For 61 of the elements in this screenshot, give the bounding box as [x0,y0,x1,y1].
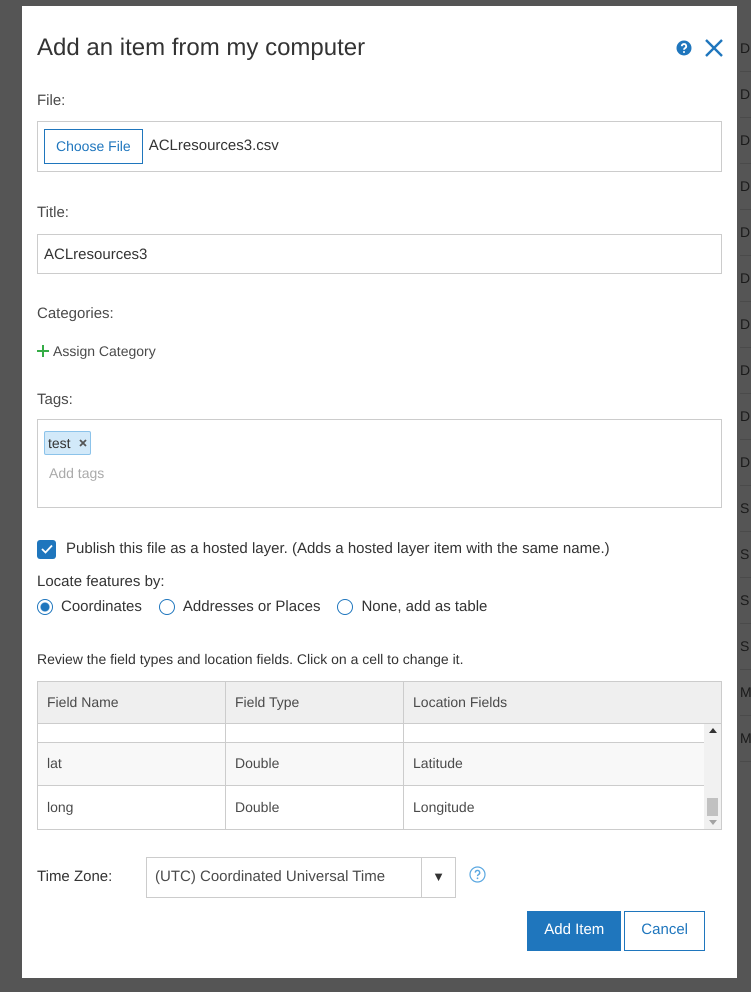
backdrop-text: S [740,499,750,518]
backdrop-text: M [740,729,751,748]
table-cell[interactable]: long [38,786,226,828]
tag-input[interactable]: Add tags [49,463,230,484]
column-header: Location Fields [412,692,508,712]
add-item-button[interactable]: Add Item [527,910,622,950]
check-icon [40,544,52,554]
radio-label: None, add as table [361,597,488,617]
table-cell[interactable]: lat [38,742,226,784]
backdrop-text: D [740,177,750,196]
backdrop-text: D [740,39,750,58]
tags-field[interactable]: test Add tags [37,419,722,508]
backdrop-text: M [740,683,751,702]
title-field[interactable]: ACLresources3 [37,234,722,274]
field-label: Locate features by: [37,572,166,592]
backdrop-text: D [740,407,750,426]
field-label: Title: [37,202,70,222]
scroll-up-icon[interactable] [708,728,716,732]
backdrop-text: D [740,85,750,104]
radio-label: Addresses or Places [182,597,320,617]
backdrop-text: D [740,361,750,380]
backdrop-text: D [740,269,750,288]
cancel-button[interactable]: Cancel [624,910,705,950]
backdrop-text: D [740,223,750,242]
choose-file-button[interactable]: Choose File [44,128,143,164]
radio-button[interactable] [158,599,175,616]
field-label: Categories: [37,304,115,324]
plus-icon [37,345,49,357]
column-header: Field Type [226,682,404,722]
publish-checkbox[interactable] [37,540,56,559]
file-name: ACLresources3.csv [148,136,279,156]
table-hint: Review the field types and location fields. Click on a cell to change it. [37,650,464,669]
radio-button[interactable] [337,599,354,616]
backdrop-text: D [740,131,750,150]
backdrop-text: D [740,315,750,334]
field-label: File: [37,91,66,111]
backdrop-text: S [740,637,750,656]
field-label: Tags: [37,390,74,410]
backdrop-text: S [740,545,750,564]
radio-button[interactable] [37,599,53,616]
table-cell[interactable]: Double [226,786,404,828]
table-cell[interactable]: Double [226,742,404,784]
publish-label: Publish this file as a hosted layer. (Adds a hosted layer item with the same name.) [66,539,610,559]
table-cell[interactable]: Latitude [404,742,704,784]
help-icon[interactable] [469,866,486,882]
remove-icon[interactable] [78,439,87,447]
file-field[interactable]: Choose File ACLresources3.csv [37,120,722,172]
time-zone-select[interactable]: (UTC) Coordinated Universal Time ▼ [146,856,456,898]
assign-category-link[interactable]: Assign Category [37,340,156,362]
table-cell[interactable]: Longitude [404,786,704,828]
field-label: Time Zone: [37,866,114,887]
column-header: Field Name [38,682,226,722]
scrollbar[interactable] [704,724,721,828]
dialog-title: Add an item from my computer [37,33,366,63]
radio-label: Coordinates [61,597,142,617]
close-icon[interactable] [704,38,724,58]
backdrop-text: S [740,591,750,610]
help-icon[interactable] [676,40,692,56]
backdrop-text: D [740,453,750,472]
scroll-thumb[interactable] [707,798,718,816]
tag-chip[interactable]: test [44,431,91,455]
